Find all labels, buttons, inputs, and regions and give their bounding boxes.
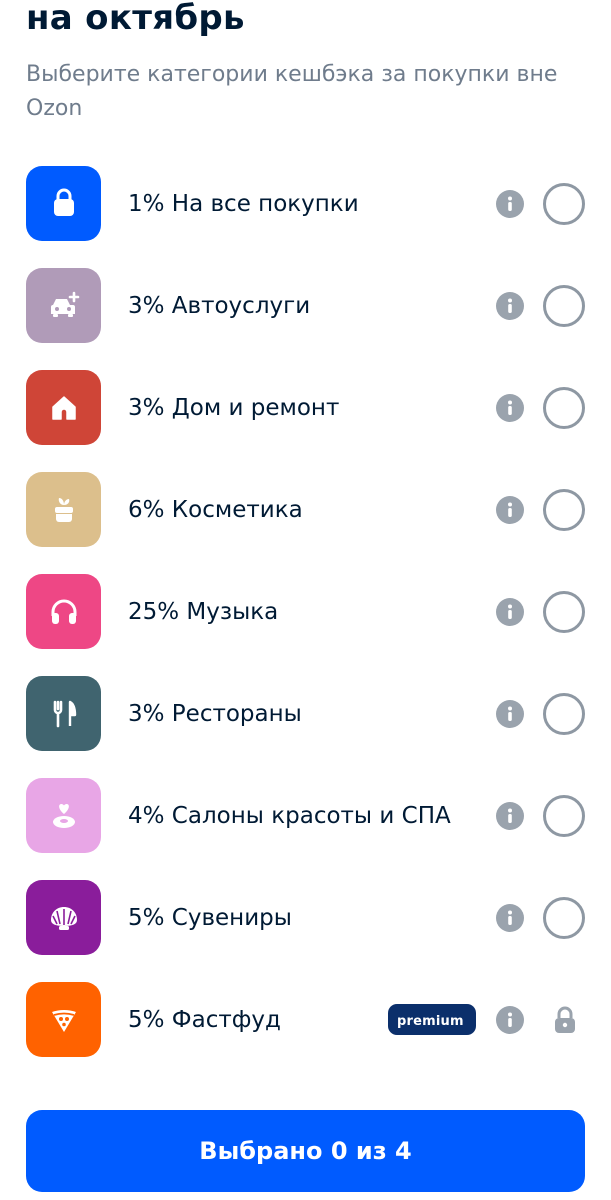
lock-icon — [549, 1004, 581, 1036]
category-radio[interactable] — [543, 693, 585, 735]
category-label: 3% Дом и ремонт — [128, 394, 340, 421]
category-label: 3% Автоуслуги — [128, 292, 311, 319]
category-row-restaurants[interactable]: 3% Рестораны — [0, 676, 611, 778]
cosmetics-jar-icon — [26, 472, 101, 547]
category-radio[interactable] — [543, 387, 585, 429]
info-icon[interactable] — [496, 700, 524, 728]
house-icon — [26, 370, 101, 445]
category-label: 5% Фастфуд — [128, 1006, 281, 1033]
info-icon[interactable] — [496, 292, 524, 320]
category-radio[interactable] — [543, 183, 585, 225]
page-subtitle: Выберите категории кешбэка за покупки вн… — [26, 62, 558, 121]
category-label: 3% Рестораны — [128, 700, 302, 727]
category-radio[interactable] — [543, 489, 585, 531]
category-label: 6% Косметика — [128, 496, 303, 523]
category-row-all-purchases[interactable]: 1% На все покупки — [0, 166, 611, 268]
info-icon[interactable] — [496, 1006, 524, 1034]
pizza-icon — [26, 982, 101, 1057]
category-row-music[interactable]: 25% Музыка — [0, 574, 611, 676]
headphones-icon — [26, 574, 101, 649]
info-icon[interactable] — [496, 394, 524, 422]
car-plus-icon — [26, 268, 101, 343]
category-label: 4% Салоны красоты и СПА — [128, 802, 451, 829]
category-row-home-repair[interactable]: 3% Дом и ремонт — [0, 370, 611, 472]
category-row-auto-services[interactable]: 3% Автоуслуги — [0, 268, 611, 370]
info-icon[interactable] — [496, 904, 524, 932]
shopping-bag-icon — [26, 166, 101, 241]
category-list: 1% На все покупки 3% Автоуслуги 3% Дом и… — [0, 166, 611, 1084]
fork-knife-icon — [26, 676, 101, 751]
category-radio[interactable] — [543, 591, 585, 633]
category-radio[interactable] — [543, 285, 585, 327]
premium-badge: premium — [388, 1004, 476, 1035]
spa-icon — [26, 778, 101, 853]
category-label: 1% На все покупки — [128, 190, 359, 217]
info-icon[interactable] — [496, 190, 524, 218]
info-icon[interactable] — [496, 598, 524, 626]
category-row-cosmetics[interactable]: 6% Косметика — [0, 472, 611, 574]
svg-text:premium: premium — [397, 1014, 464, 1028]
category-row-fastfood[interactable]: 5% Фастфуд premium — [0, 982, 611, 1084]
info-icon[interactable] — [496, 496, 524, 524]
category-radio[interactable] — [543, 795, 585, 837]
page-title: на октябрь — [26, 0, 245, 38]
category-label: 25% Музыка — [128, 598, 279, 625]
category-row-souvenirs[interactable]: 5% Сувениры — [0, 880, 611, 982]
shell-icon — [26, 880, 101, 955]
category-row-beauty-spa[interactable]: 4% Салоны красоты и СПА — [0, 778, 611, 880]
category-radio[interactable] — [543, 897, 585, 939]
info-icon[interactable] — [496, 802, 524, 830]
premium-logo: premium — [397, 1014, 464, 1028]
selection-count-button[interactable]: Выбрано 0 из 4 — [26, 1110, 585, 1192]
category-label: 5% Сувениры — [128, 904, 292, 931]
